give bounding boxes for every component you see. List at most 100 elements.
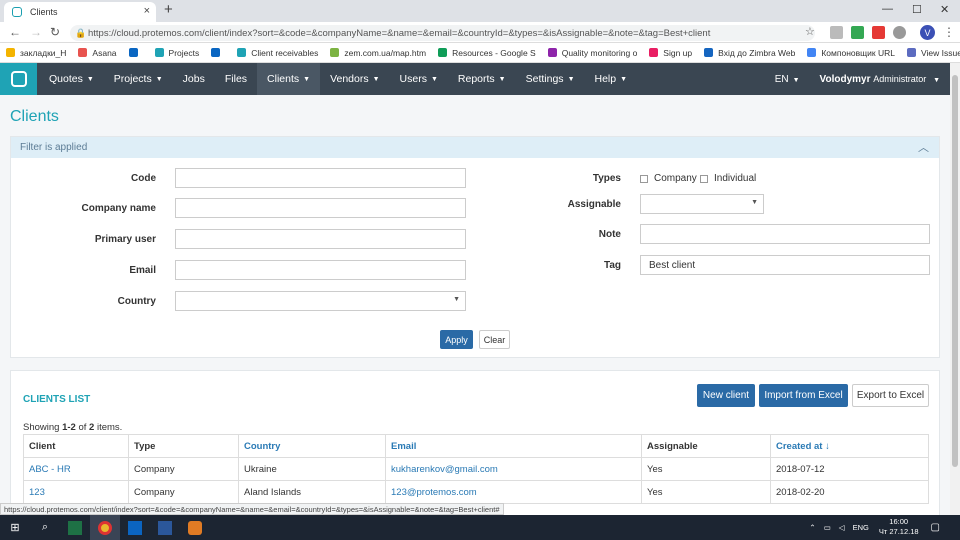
nav-clients[interactable]: Clients ▼ — [257, 63, 321, 95]
new-client-button[interactable]: New client — [697, 384, 755, 407]
browser-tab[interactable]: Clients × — [4, 2, 156, 22]
windows-start-icon[interactable]: ⊞ — [0, 515, 30, 540]
nav-files[interactable]: Files — [215, 63, 257, 95]
column-header-email[interactable]: Email — [385, 434, 642, 458]
maximize-icon[interactable]: ☐ — [912, 3, 922, 16]
protemos-favicon-icon — [12, 7, 22, 17]
client-email-link[interactable]: kukharenkov@gmail.com — [385, 457, 642, 481]
checkbox-icon — [700, 174, 708, 183]
showing-text: of — [75, 422, 90, 433]
menu-dots-icon[interactable]: ⋮ — [943, 25, 955, 39]
clear-button[interactable]: Clear — [479, 330, 510, 349]
tag-input[interactable]: Best client — [640, 255, 930, 275]
volume-icon[interactable]: ◁ — [839, 523, 845, 532]
column-header-label: Created at — [776, 440, 823, 452]
minimize-icon[interactable]: — — [882, 3, 893, 15]
nav-quotes[interactable]: Quotes ▼ — [39, 63, 104, 95]
nav-projects[interactable]: Projects ▼ — [104, 63, 173, 95]
nav-settings[interactable]: Settings ▼ — [516, 63, 585, 95]
bookmark-favicon-icon — [330, 48, 340, 57]
back-icon[interactable]: ← — [9, 25, 21, 39]
bookmark-item[interactable] — [128, 48, 143, 57]
apply-button[interactable]: Apply — [440, 330, 473, 349]
page-scrollbar[interactable] — [950, 63, 960, 515]
bookmark-favicon-icon — [704, 48, 714, 57]
extension-icon[interactable] — [851, 26, 864, 39]
profile-avatar[interactable]: V — [920, 25, 935, 40]
export-excel-button[interactable]: Export to Excel — [852, 384, 929, 407]
bookmark-item[interactable]: View Issues - Techno — [906, 48, 960, 58]
protemos-logo[interactable] — [0, 63, 37, 95]
tray-arrow-icon[interactable]: ⌃ — [809, 523, 815, 532]
bookmark-item[interactable] — [211, 48, 225, 57]
client-email-link[interactable]: 123@protemos.com — [385, 480, 642, 504]
extension-icon[interactable] — [893, 26, 906, 39]
outlook-app-icon[interactable] — [120, 515, 150, 540]
scrollbar-thumb[interactable] — [952, 75, 958, 467]
extension-icon[interactable] — [830, 26, 843, 39]
bookmark-item[interactable]: Asana — [78, 48, 117, 58]
new-tab-icon[interactable]: + — [164, 1, 173, 18]
bookmark-favicon-icon — [906, 48, 916, 57]
filter-header[interactable]: Filter is applied ︿ — [11, 137, 939, 158]
forward-icon[interactable]: → — [30, 25, 42, 39]
taskbar-clock[interactable]: 16:00 Чт 27.12.18 — [879, 517, 919, 537]
tab-close-icon[interactable]: × — [144, 5, 150, 17]
reload-icon[interactable]: ↻ — [50, 25, 60, 39]
type-company-checkbox[interactable]: Company — [640, 173, 697, 184]
bookmark-item[interactable]: Sign up — [649, 48, 692, 58]
import-excel-button[interactable]: Import from Excel — [759, 384, 848, 407]
bookmark-item[interactable]: Resources - Google S — [438, 48, 536, 58]
caret-down-icon: ▼ — [430, 75, 438, 83]
client-name-link[interactable]: 123 — [23, 480, 129, 504]
primary-user-input[interactable] — [175, 229, 466, 249]
nav-reports[interactable]: Reports ▼ — [448, 63, 516, 95]
nav-jobs[interactable]: Jobs — [173, 63, 215, 95]
bookmark-item[interactable]: Quality monitoring o — [547, 48, 637, 58]
chrome-app-icon[interactable] — [90, 515, 120, 540]
bookmark-item[interactable]: Projects — [154, 48, 199, 58]
app-icon[interactable] — [180, 515, 210, 540]
notifications-icon[interactable]: ▢ — [931, 522, 940, 533]
type-individual-checkbox[interactable]: Individual — [700, 173, 756, 184]
close-window-icon[interactable]: ✕ — [940, 3, 949, 16]
user-menu[interactable]: Volodymyr Administrator ▼ — [820, 74, 940, 85]
assignable-select[interactable]: ▼ — [640, 194, 764, 214]
client-created-at: 2018-02-20 — [770, 480, 929, 504]
clock-date: Чт 27.12.18 — [878, 527, 919, 536]
tag-label: Tag — [603, 260, 621, 271]
bookmark-favicon-icon — [78, 48, 88, 57]
client-name-link[interactable]: ABC - HR — [23, 457, 129, 481]
excel-app-icon[interactable] — [60, 515, 90, 540]
column-header-created-at[interactable]: Created at ↓ — [770, 434, 929, 458]
email-label: Email — [129, 265, 156, 276]
nav-label: Help — [594, 73, 617, 85]
bookmark-item[interactable]: Компоновщик URL — [807, 48, 895, 58]
email-input[interactable] — [175, 260, 466, 280]
bookmark-item[interactable]: Client receivables — [237, 48, 318, 58]
network-icon[interactable]: ▭ — [824, 523, 831, 532]
bookmark-star-icon[interactable]: ☆ — [805, 25, 815, 38]
company-name-input[interactable] — [175, 198, 466, 218]
note-input[interactable] — [640, 224, 930, 244]
clients-table: Client Type Country Email Assignable Cre… — [23, 434, 929, 504]
url-input[interactable]: 🔒 https://cloud.protemos.com/client/inde… — [70, 25, 815, 41]
client-type: Company — [128, 480, 239, 504]
code-input[interactable] — [175, 168, 466, 188]
language-selector[interactable]: EN ▼ — [775, 74, 800, 85]
nav-users[interactable]: Users ▼ — [390, 63, 448, 95]
bookmark-item[interactable]: zem.com.ua/map.htm — [330, 48, 426, 58]
bookmark-label: Вхід до Zimbra Web — [718, 47, 796, 58]
word-app-icon[interactable] — [150, 515, 180, 540]
taskbar-language[interactable]: ENG — [853, 523, 869, 532]
chevron-up-icon[interactable]: ︿ — [918, 139, 929, 155]
showing-text: Showing — [23, 422, 63, 433]
country-select[interactable]: ▼ — [175, 291, 466, 311]
nav-help[interactable]: Help ▼ — [585, 63, 638, 95]
extension-icon[interactable] — [872, 26, 885, 39]
nav-vendors[interactable]: Vendors ▼ — [320, 63, 389, 95]
bookmark-item[interactable]: Вхід до Zimbra Web — [704, 48, 795, 58]
search-icon[interactable]: ⌕ — [30, 515, 60, 540]
column-header-country[interactable]: Country — [238, 434, 386, 458]
bookmark-item[interactable]: закладки_Н — [6, 48, 66, 58]
